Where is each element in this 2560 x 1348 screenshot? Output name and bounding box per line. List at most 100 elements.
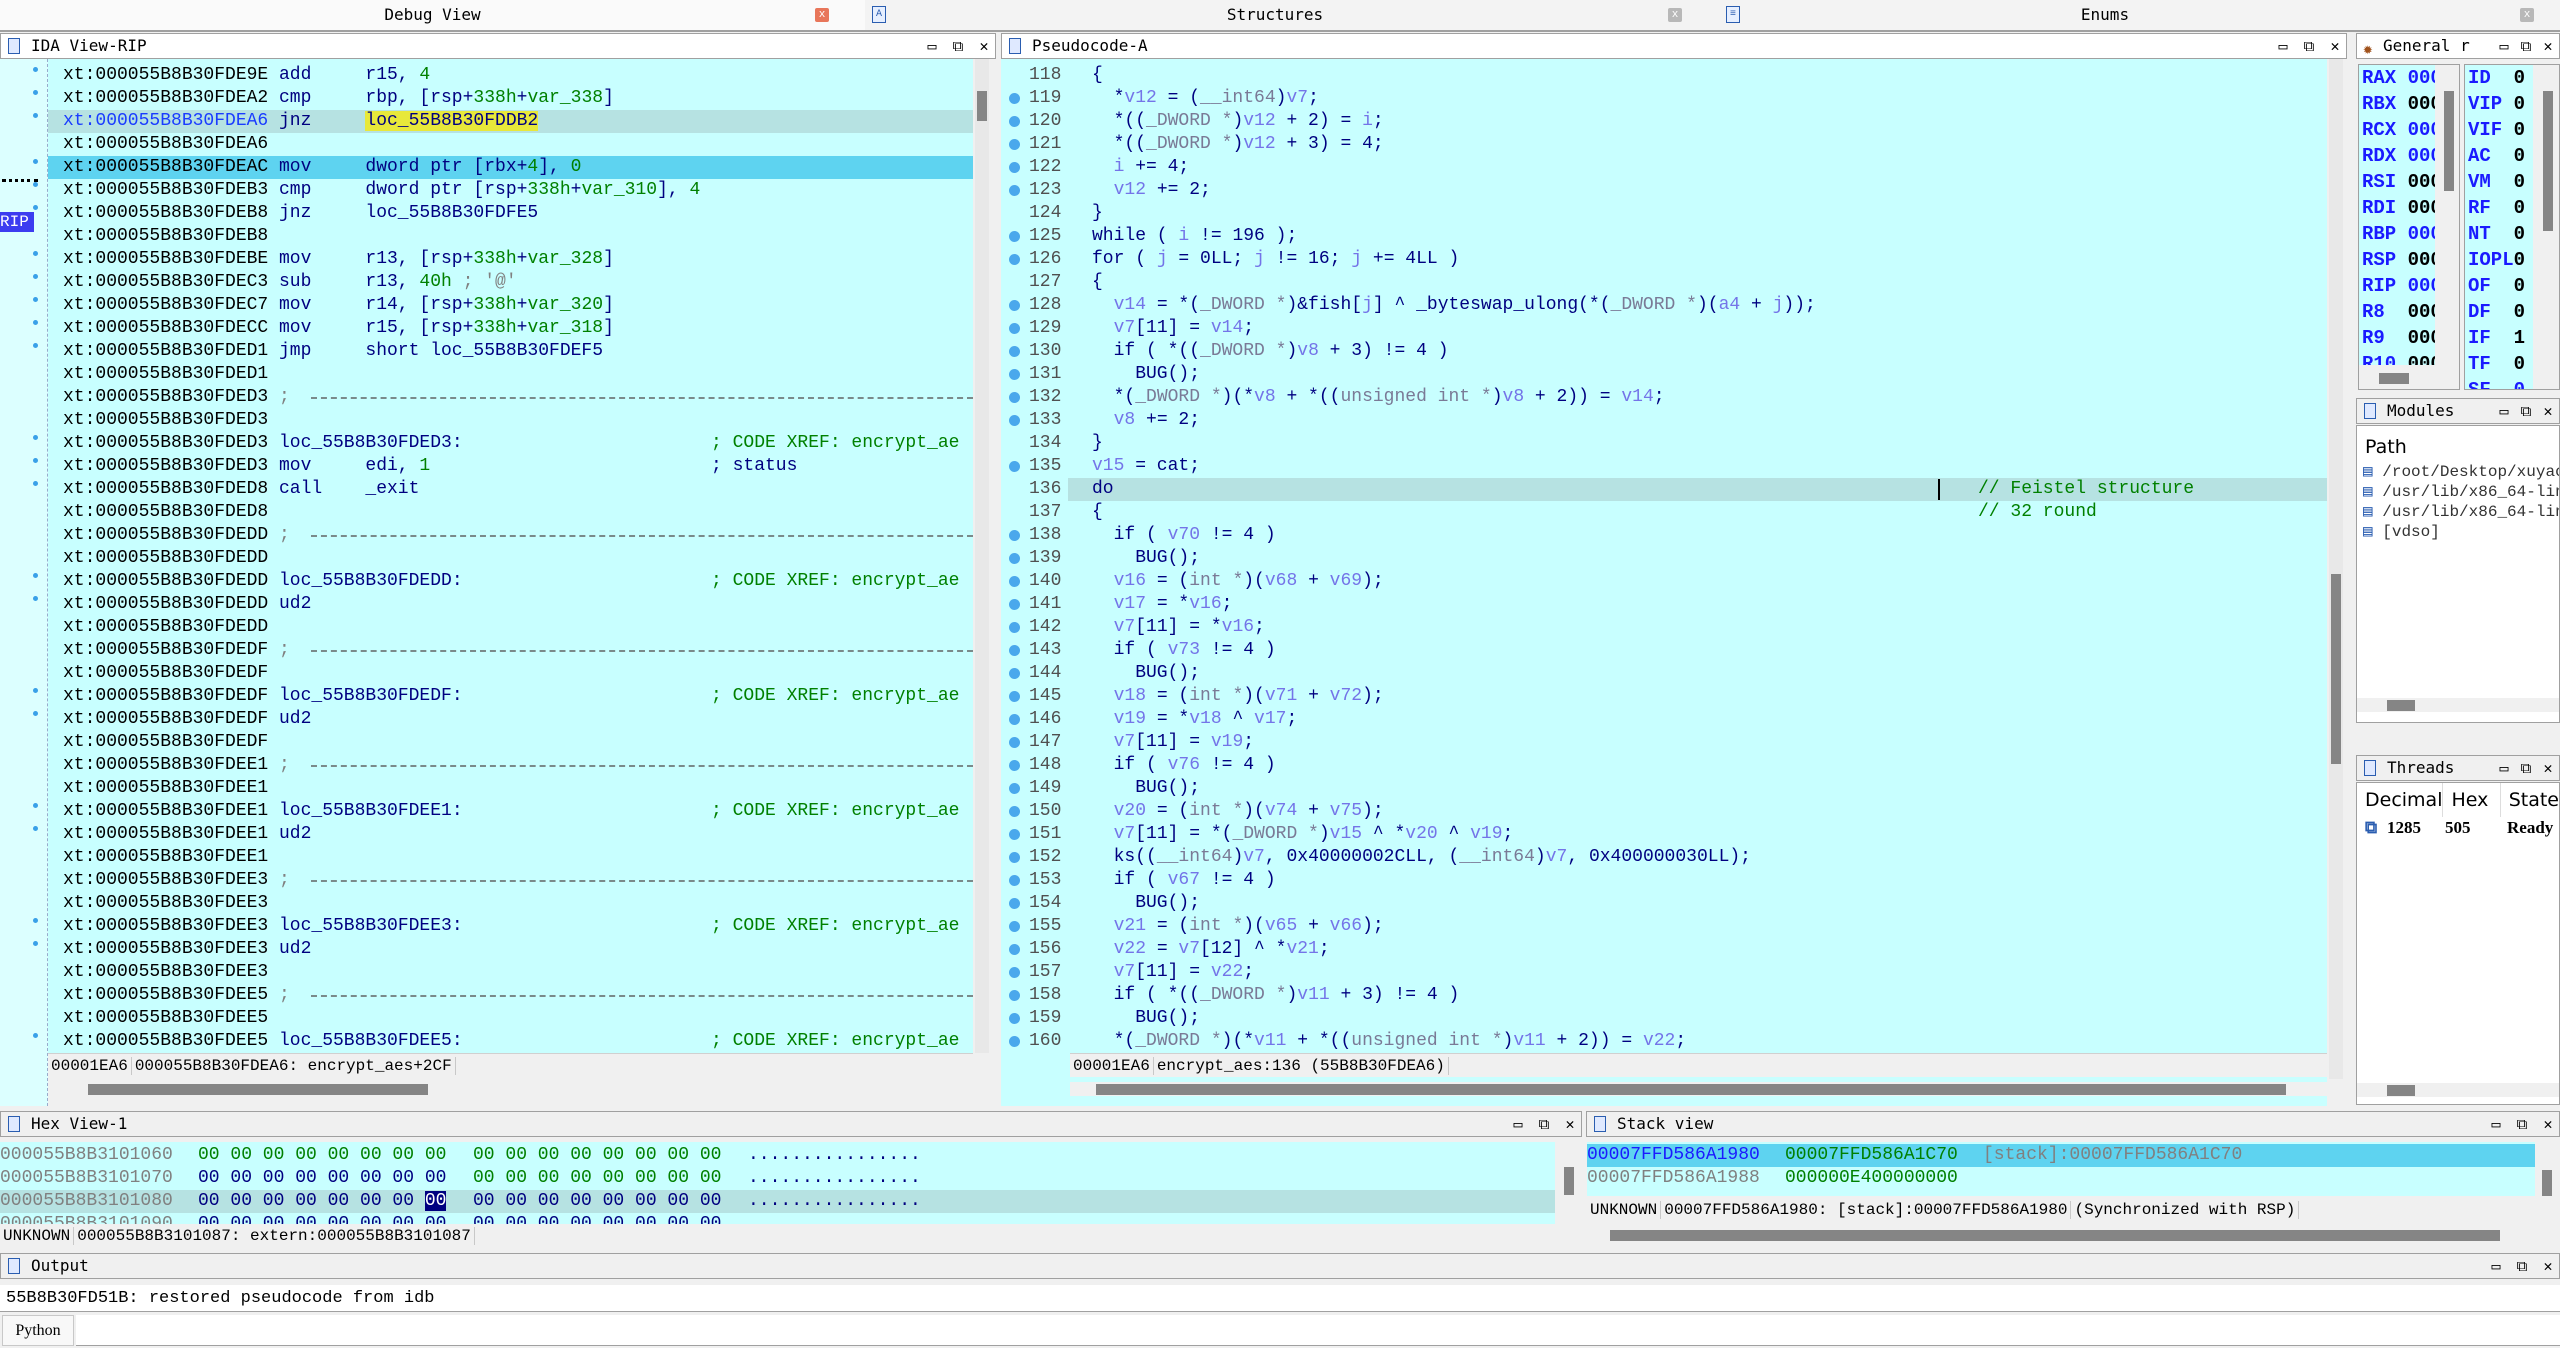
disasm-row[interactable]: xt:000055B8B30FDEE3; bbox=[48, 869, 973, 892]
pseudocode-line[interactable]: 157 v7[11] = v22; bbox=[1001, 961, 2327, 984]
register-row[interactable]: RCX 0000 bbox=[2359, 117, 2435, 143]
disassembly-listing[interactable]: xt:000055B8B30FDE9E add r15, 4 xt:000055B8B… bbox=[48, 59, 973, 1053]
breakpoint-dot-icon[interactable] bbox=[1009, 1013, 1020, 1024]
close-tab-icon[interactable]: x bbox=[2520, 8, 2534, 22]
disasm-row[interactable]: xt:000055B8B30FDEE5; bbox=[48, 984, 973, 1007]
disasm-row[interactable]: xt:000055B8B30FDEB8 bbox=[48, 225, 973, 248]
pseudocode-line[interactable]: 145 v18 = (int *)(v71 + v72); bbox=[1001, 685, 2327, 708]
pseudocode-line[interactable]: 142 v7[11] = *v16; bbox=[1001, 616, 2327, 639]
register-row[interactable]: RDI 0000 bbox=[2359, 195, 2435, 221]
pseudocode-line[interactable]: 140 v16 = (int *)(v68 + v69); bbox=[1001, 570, 2327, 593]
breakpoint-dot-icon[interactable] bbox=[1009, 116, 1020, 127]
maximize-icon[interactable]: ▭ bbox=[2489, 1254, 2503, 1278]
code-label[interactable]: loc_55B8B30FDEE3: bbox=[279, 915, 463, 938]
pseudocode-line[interactable]: 122 i += 4; bbox=[1001, 156, 2327, 179]
register-row[interactable]: RBP 0000 bbox=[2359, 221, 2435, 247]
register-scrollbar[interactable] bbox=[2442, 91, 2456, 191]
flag-row[interactable]: VIF 0 bbox=[2465, 117, 2533, 143]
column-header-decimal[interactable]: Decimal bbox=[2357, 783, 2444, 817]
disasm-row[interactable]: xt:000055B8B30FDED8 bbox=[48, 501, 973, 524]
column-header-state[interactable]: State bbox=[2501, 783, 2559, 817]
pseudocode-line[interactable]: 147 v7[11] = v19; bbox=[1001, 731, 2327, 754]
breakpoint-dot-icon[interactable] bbox=[1009, 668, 1020, 679]
breakpoint-dot-icon[interactable] bbox=[1009, 553, 1020, 564]
disasm-row[interactable]: xt:000055B8B30FDEA6 bbox=[48, 133, 973, 156]
register-row[interactable]: RAX 0000 bbox=[2359, 65, 2435, 91]
breakpoint-dot-icon[interactable] bbox=[1009, 576, 1020, 587]
module-item[interactable]: ▤ /usr/lib/x86_64-lin bbox=[2357, 502, 2559, 522]
pseudocode-line[interactable]: 133 v8 += 2; bbox=[1001, 409, 2327, 432]
close-tab-icon[interactable]: x bbox=[815, 8, 829, 22]
tab-enums[interactable]: Enums bbox=[1700, 0, 2510, 30]
breakpoint-dot-icon[interactable] bbox=[1009, 852, 1020, 863]
disasm-row[interactable]: xt:000055B8B30FDECC mov r15, [rsp+338h+var… bbox=[48, 317, 973, 340]
breakpoint-dot-icon[interactable] bbox=[1009, 185, 1020, 196]
disasm-row[interactable]: xt:000055B8B30FDEE3 loc_55B8B30FDEE3: ; CO… bbox=[48, 915, 973, 938]
breakpoint-dot-icon[interactable] bbox=[1009, 645, 1020, 656]
flag-row[interactable]: RF 0 bbox=[2465, 195, 2533, 221]
tab-structures[interactable]: Structures bbox=[870, 0, 1680, 30]
code-label[interactable]: loc_55B8B30FDEDD: bbox=[279, 570, 463, 593]
disasm-row[interactable]: xt:000055B8B30FDEDF bbox=[48, 731, 973, 754]
pseudocode-line[interactable]: 144 BUG(); bbox=[1001, 662, 2327, 685]
breakpoint-dot-icon[interactable] bbox=[1009, 461, 1020, 472]
pseudocode-line[interactable]: 121 *((_DWORD *)v12 + 3) = 4; bbox=[1001, 133, 2327, 156]
breakpoint-dot-icon[interactable] bbox=[1009, 921, 1020, 932]
pseudocode-line[interactable]: 135 v15 = cat; bbox=[1001, 455, 2327, 478]
flag-row[interactable]: TF 0 bbox=[2465, 351, 2533, 377]
float-icon[interactable]: ⧉ bbox=[2515, 1112, 2529, 1136]
register-row[interactable]: R10 0000 bbox=[2359, 351, 2435, 365]
selected-byte[interactable]: 00 bbox=[424, 1191, 447, 1211]
disasm-row[interactable]: xt:000055B8B30FDEDD ud2 bbox=[48, 593, 973, 616]
code-label[interactable]: loc_55B8B30FDEE5: bbox=[279, 1030, 463, 1053]
breakpoint-dot-icon[interactable] bbox=[1009, 415, 1020, 426]
close-icon[interactable]: ✕ bbox=[2541, 1254, 2555, 1278]
disasm-row[interactable]: xt:000055B8B30FDEDF ud2 bbox=[48, 708, 973, 731]
maximize-icon[interactable]: ▭ bbox=[2497, 399, 2511, 423]
breakpoint-dot-icon[interactable] bbox=[1009, 875, 1020, 886]
flag-row[interactable]: OF 0 bbox=[2465, 273, 2533, 299]
breakpoint-dot-icon[interactable] bbox=[1009, 139, 1020, 150]
float-icon[interactable]: ⧉ bbox=[2302, 34, 2316, 58]
disasm-row[interactable]: xt:000055B8B30FDED3 bbox=[48, 409, 973, 432]
pseudocode-line[interactable]: 125 while ( i != 196 ); bbox=[1001, 225, 2327, 248]
pseudocode-line[interactable]: 155 v21 = (int *)(v65 + v66); bbox=[1001, 915, 2327, 938]
disasm-row[interactable]: xt:000055B8B30FDEDD; bbox=[48, 524, 973, 547]
pseudocode-line[interactable]: 123 v12 += 2; bbox=[1001, 179, 2327, 202]
hex-row[interactable]: 000055B8B3101060 00 00 00 00 00 00 00 00 0… bbox=[0, 1144, 1555, 1167]
close-icon[interactable]: ✕ bbox=[2328, 34, 2342, 58]
breakpoint-dot-icon[interactable] bbox=[1009, 967, 1020, 978]
register-row[interactable]: RDX 0000 bbox=[2359, 143, 2435, 169]
ida-vertical-scrollbar[interactable] bbox=[975, 59, 989, 1053]
breakpoint-dot-icon[interactable] bbox=[1009, 944, 1020, 955]
pseudocode-line[interactable]: 151 v7[11] = *(_DWORD *)v15 ^ *v20 ^ v19… bbox=[1001, 823, 2327, 846]
module-item[interactable]: ▤ [vdso] bbox=[2357, 522, 2559, 542]
register-hscrollbar[interactable] bbox=[2379, 371, 2419, 385]
hex-row[interactable]: 000055B8B3101090 00 00 00 00 00 00 00 00 0… bbox=[0, 1213, 1555, 1224]
disasm-row[interactable]: xt:000055B8B30FDEE5 loc_55B8B30FDEE5: ; CO… bbox=[48, 1030, 973, 1053]
pseudocode-line[interactable]: 134} bbox=[1001, 432, 2327, 455]
disasm-row[interactable]: xt:000055B8B30FDEE1 bbox=[48, 846, 973, 869]
flag-row[interactable]: NT 0 bbox=[2465, 221, 2533, 247]
disasm-row[interactable]: xt:000055B8B30FDEE3 ud2 bbox=[48, 938, 973, 961]
disasm-row[interactable]: xt:000055B8B30FDED3 mov edi, 1 ; status bbox=[48, 455, 973, 478]
pseudocode-line[interactable]: 138 if ( v70 != 4 ) bbox=[1001, 524, 2327, 547]
disasm-row[interactable]: xt:000055B8B30FDED8 call _exit bbox=[48, 478, 973, 501]
disasm-row[interactable]: xt:000055B8B30FDEDF bbox=[48, 662, 973, 685]
breakpoint-dot-icon[interactable] bbox=[1009, 714, 1020, 725]
disasm-row[interactable]: xt:000055B8B30FDEA2 cmp rbp, [rsp+338h+var… bbox=[48, 87, 973, 110]
hex-row[interactable]: 000055B8B3101080 00 00 00 00 00 00 00 00 0… bbox=[0, 1190, 1555, 1213]
breakpoint-dot-icon[interactable] bbox=[1009, 737, 1020, 748]
disasm-row[interactable]: xt:000055B8B30FDEDD bbox=[48, 547, 973, 570]
pseudocode-line[interactable]: 139 BUG(); bbox=[1001, 547, 2327, 570]
flags-scrollbar[interactable] bbox=[2541, 91, 2555, 231]
breakpoint-dot-icon[interactable] bbox=[1009, 254, 1020, 265]
register-row[interactable]: RSP 0000 bbox=[2359, 247, 2435, 273]
breakpoint-dot-icon[interactable] bbox=[1009, 300, 1020, 311]
pseudocode-line[interactable]: 126 for ( j = 0LL; j != 16; j += 4LL ) bbox=[1001, 248, 2327, 271]
code-label[interactable]: loc_55B8B30FDEE1: bbox=[279, 800, 463, 823]
breakpoint-dot-icon[interactable] bbox=[1009, 990, 1020, 1001]
breakpoint-dot-icon[interactable] bbox=[1009, 599, 1020, 610]
disasm-row[interactable]: xt:000055B8B30FDEBE mov r13, [rsp+338h+var… bbox=[48, 248, 973, 271]
pseudocode-line[interactable]: 132 *(_DWORD *)(*v8 + *((unsigned int *)… bbox=[1001, 386, 2327, 409]
